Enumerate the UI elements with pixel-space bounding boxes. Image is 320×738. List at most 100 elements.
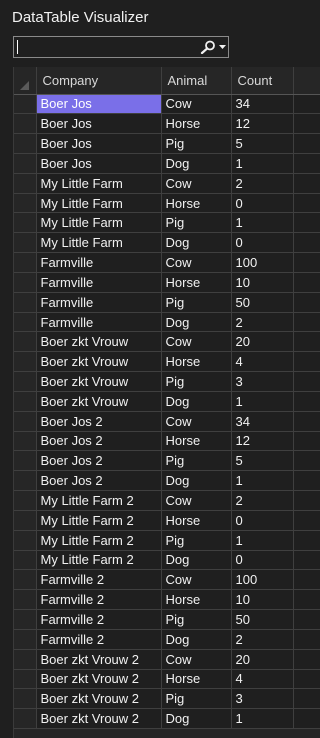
cell-company[interactable]: Boer Jos 2: [36, 411, 162, 432]
cell-company[interactable]: My Little Farm 2: [36, 530, 162, 551]
cell-company[interactable]: Boer zkt Vrouw 2: [36, 669, 162, 690]
row-header[interactable]: [14, 411, 37, 432]
table-row[interactable]: Boer zkt Vrouw 2 Cow 20: [14, 649, 320, 670]
cell-count[interactable]: 2: [231, 490, 294, 511]
cell-count[interactable]: 1: [231, 530, 294, 551]
cell-company[interactable]: Boer zkt Vrouw: [36, 371, 162, 392]
cell-count[interactable]: 5: [231, 450, 294, 472]
row-header[interactable]: [14, 292, 37, 313]
cell-animal[interactable]: Cow: [161, 173, 232, 194]
cell-animal[interactable]: Pig: [161, 688, 232, 710]
table-row[interactable]: Boer Jos Pig 5: [14, 133, 320, 154]
cell-animal[interactable]: Cow: [161, 569, 232, 591]
cell-company[interactable]: Boer Jos: [36, 94, 162, 115]
row-header[interactable]: [14, 113, 37, 135]
cell-count[interactable]: 5: [231, 133, 294, 154]
cell-count[interactable]: 12: [231, 113, 294, 135]
row-header[interactable]: [14, 173, 37, 194]
table-row[interactable]: My Little Farm 2 Horse 0: [14, 510, 320, 531]
cell-animal[interactable]: Horse: [161, 510, 232, 531]
cell-company[interactable]: My Little Farm: [36, 193, 162, 214]
row-header[interactable]: [14, 431, 37, 452]
cell-animal[interactable]: Dog: [161, 708, 232, 729]
table-row[interactable]: Boer zkt Vrouw Dog 1: [14, 391, 320, 412]
cell-count[interactable]: 20: [231, 331, 294, 353]
cell-count[interactable]: 0: [231, 232, 294, 254]
cell-company[interactable]: My Little Farm 2: [36, 490, 162, 511]
cell-count[interactable]: 3: [231, 688, 294, 710]
table-row[interactable]: Boer Jos Dog 1: [14, 153, 320, 174]
table-row[interactable]: Farmville 2 Dog 2: [14, 629, 320, 650]
cell-count[interactable]: 34: [231, 94, 294, 115]
search-input[interactable]: [20, 37, 196, 57]
row-header[interactable]: [14, 391, 37, 412]
cell-company[interactable]: Farmville: [36, 292, 162, 313]
cell-count[interactable]: 100: [231, 569, 294, 591]
cell-animal[interactable]: Horse: [161, 193, 232, 214]
cell-count[interactable]: 1: [231, 212, 294, 234]
cell-company[interactable]: My Little Farm: [36, 212, 162, 234]
cell-count[interactable]: 3: [231, 371, 294, 392]
column-header-animal[interactable]: Animal: [161, 67, 232, 95]
cell-count[interactable]: 50: [231, 292, 294, 313]
table-row[interactable]: My Little Farm 2 Dog 0: [14, 550, 320, 571]
row-header[interactable]: [14, 649, 37, 670]
select-all-corner[interactable]: [14, 67, 37, 95]
cell-company[interactable]: Farmville: [36, 272, 162, 293]
row-header[interactable]: [14, 669, 37, 690]
cell-count[interactable]: 4: [231, 669, 294, 690]
table-row[interactable]: Farmville 2 Pig 50: [14, 609, 320, 630]
table-row[interactable]: My Little Farm Cow 2: [14, 173, 320, 194]
cell-count[interactable]: 0: [231, 510, 294, 531]
cell-count[interactable]: 1: [231, 470, 294, 492]
cell-animal[interactable]: Cow: [161, 649, 232, 670]
cell-count[interactable]: 1: [231, 708, 294, 729]
cell-company[interactable]: My Little Farm 2: [36, 510, 162, 531]
row-header[interactable]: [14, 232, 37, 254]
cell-count[interactable]: 0: [231, 193, 294, 214]
row-header[interactable]: [14, 371, 37, 392]
cell-animal[interactable]: Pig: [161, 530, 232, 551]
cell-company[interactable]: Farmville 2: [36, 609, 162, 630]
row-header[interactable]: [14, 272, 37, 293]
cell-animal[interactable]: Dog: [161, 629, 232, 650]
cell-animal[interactable]: Horse: [161, 431, 232, 452]
table-row[interactable]: Boer Jos Cow 34: [14, 94, 320, 115]
cell-count[interactable]: 20: [231, 649, 294, 670]
row-header[interactable]: [14, 312, 37, 333]
table-row[interactable]: Boer zkt Vrouw 2 Horse 4: [14, 669, 320, 690]
table-row[interactable]: Farmville Cow 100: [14, 252, 320, 273]
table-row[interactable]: Farmville Dog 2: [14, 312, 320, 333]
row-header[interactable]: [14, 351, 37, 373]
cell-animal[interactable]: Dog: [161, 153, 232, 174]
cell-company[interactable]: Boer Jos: [36, 153, 162, 174]
table-row[interactable]: Boer zkt Vrouw 2 Pig 3: [14, 688, 320, 710]
row-header[interactable]: [14, 550, 37, 571]
cell-animal[interactable]: Cow: [161, 490, 232, 511]
table-row[interactable]: Boer Jos 2 Pig 5: [14, 450, 320, 472]
table-row[interactable]: My Little Farm 2 Cow 2: [14, 490, 320, 511]
column-header-count[interactable]: Count: [231, 67, 294, 95]
cell-animal[interactable]: Pig: [161, 212, 232, 234]
cell-animal[interactable]: Dog: [161, 312, 232, 333]
row-header[interactable]: [14, 193, 37, 214]
cell-company[interactable]: My Little Farm 2: [36, 550, 162, 571]
table-row[interactable]: Boer Jos Horse 12: [14, 113, 320, 135]
cell-company[interactable]: Boer zkt Vrouw 2: [36, 708, 162, 729]
table-row[interactable]: Farmville 2 Cow 100: [14, 569, 320, 591]
table-row[interactable]: Boer Jos 2 Cow 34: [14, 411, 320, 432]
cell-animal[interactable]: Pig: [161, 133, 232, 154]
cell-company[interactable]: Boer Jos 2: [36, 450, 162, 472]
row-header[interactable]: [14, 569, 37, 591]
cell-animal[interactable]: Horse: [161, 113, 232, 135]
table-row[interactable]: Boer zkt Vrouw Horse 4: [14, 351, 320, 373]
row-header[interactable]: [14, 708, 37, 729]
table-row[interactable]: My Little Farm Pig 1: [14, 212, 320, 234]
cell-count[interactable]: 10: [231, 272, 294, 293]
cell-animal[interactable]: Horse: [161, 272, 232, 293]
cell-company[interactable]: My Little Farm: [36, 232, 162, 254]
cell-company[interactable]: Boer Jos 2: [36, 470, 162, 492]
row-header[interactable]: [14, 212, 37, 234]
cell-count[interactable]: 50: [231, 609, 294, 630]
row-header[interactable]: [14, 94, 37, 115]
